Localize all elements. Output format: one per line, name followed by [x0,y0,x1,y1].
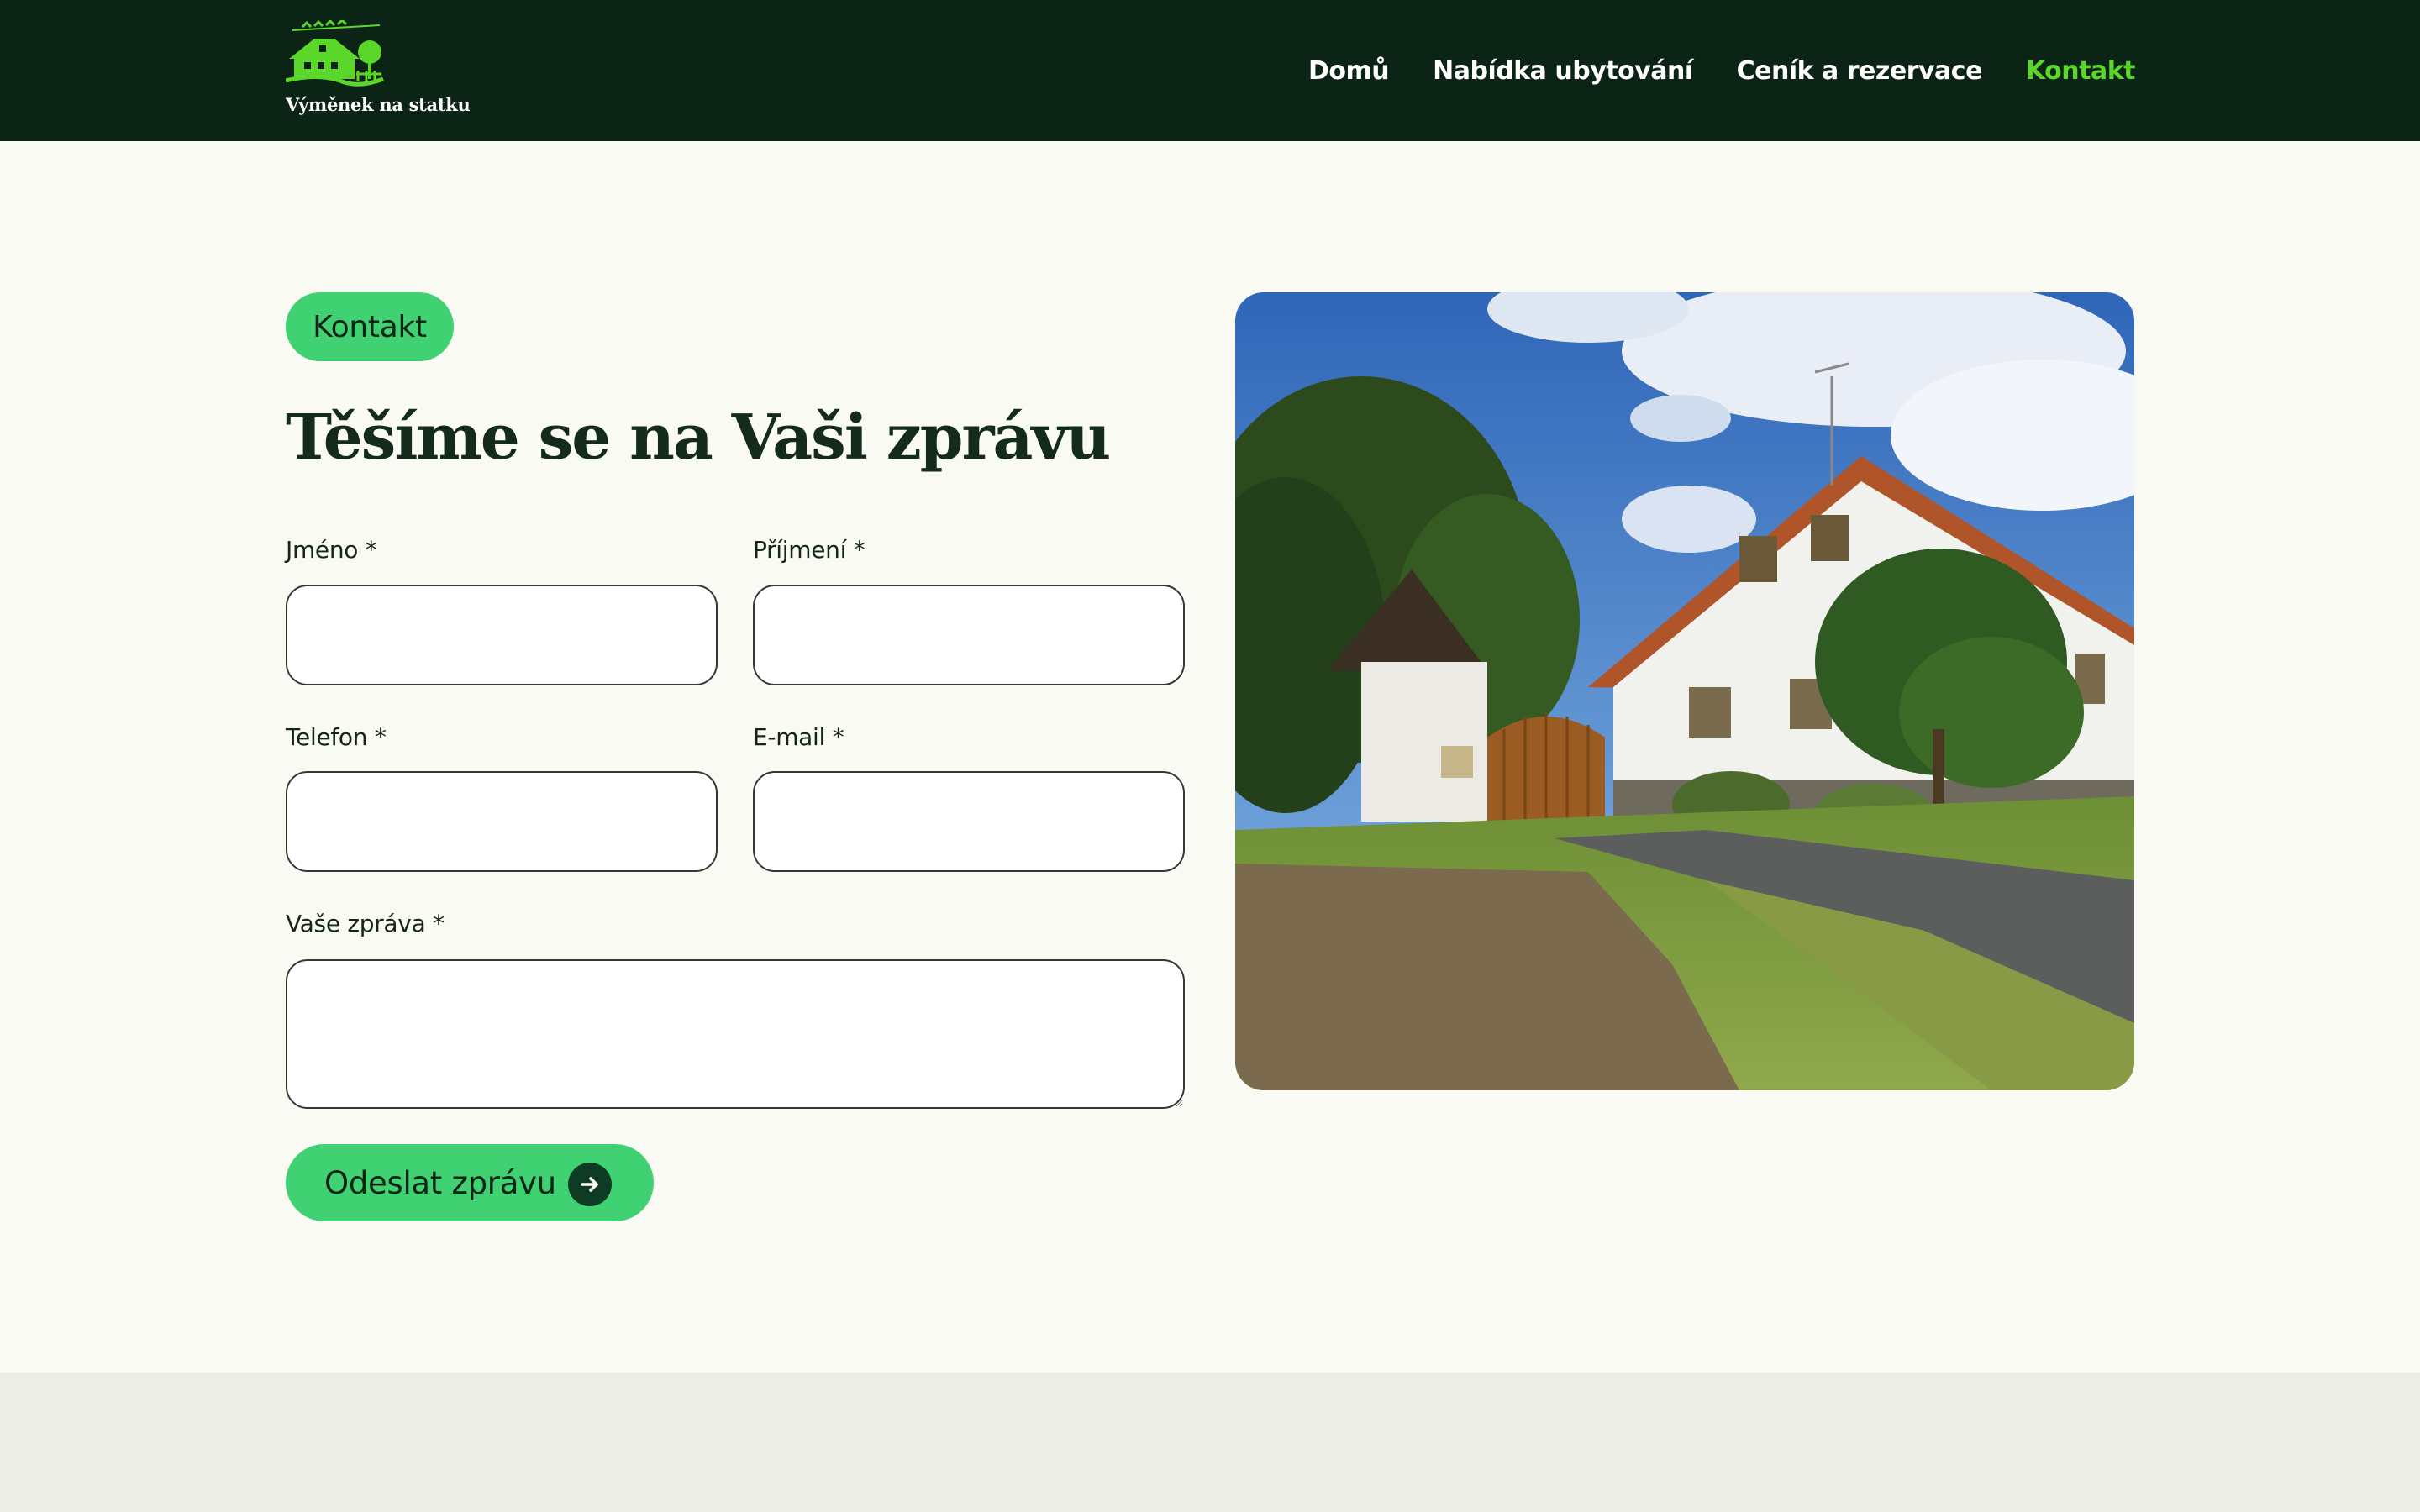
nav-item-contact[interactable]: Kontakt [2026,56,2136,86]
phone-input[interactable] [286,771,718,872]
submit-button-label: Odeslat zprávu [324,1164,556,1201]
section-badge: Kontakt [286,292,454,361]
page-title: Těšíme se na Vaši zprávu [286,402,1111,474]
farmhouse-photo [1235,292,2134,1090]
email-input[interactable] [753,771,1185,872]
site-header: Výměnek na statku Domů Nabídka ubytování… [0,0,2420,141]
main-nav: Domů Nabídka ubytování Ceník a rezervace… [1308,0,2136,141]
email-label: E-mail * [753,723,844,751]
last-name-label: Příjmení * [753,536,865,564]
footer-band [0,1373,2420,1512]
phone-label: Telefon * [286,723,387,751]
logo-text: Výměnek na statku [286,94,471,115]
nav-item-accommodation[interactable]: Nabídka ubytování [1433,56,1693,86]
nav-item-pricing[interactable]: Ceník a rezervace [1737,56,1983,86]
last-name-input[interactable] [753,585,1185,685]
first-name-input[interactable] [286,585,718,685]
logo-link[interactable]: Výměnek na statku [286,20,471,121]
farmhouse-logo-icon [286,20,384,87]
nav-item-home[interactable]: Domů [1308,56,1390,86]
arrow-right-icon [568,1163,612,1206]
message-textarea[interactable] [286,959,1185,1109]
first-name-label: Jméno * [286,536,377,564]
message-label: Vaše zpráva * [286,910,445,937]
